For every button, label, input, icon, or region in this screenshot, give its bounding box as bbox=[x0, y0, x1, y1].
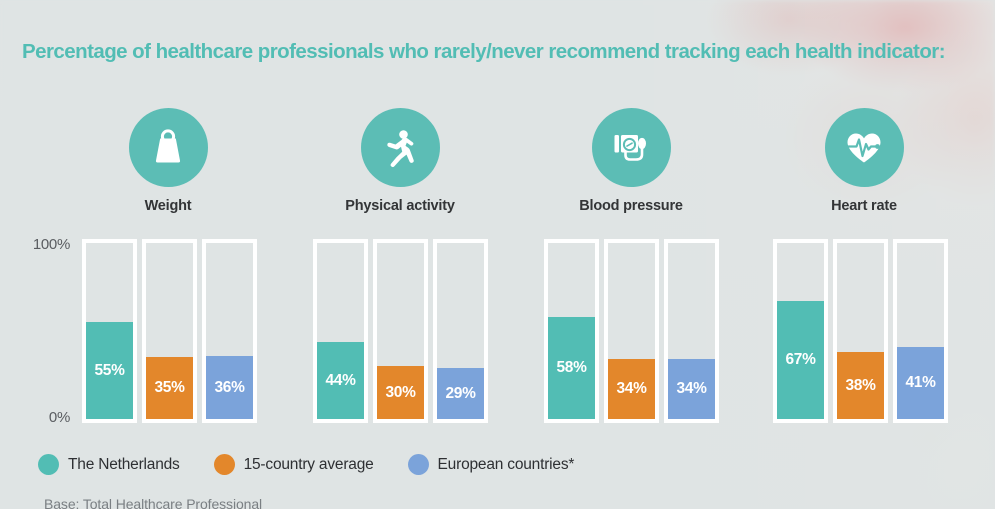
bar-value-label: 29% bbox=[445, 384, 476, 402]
bar-value-label: 34% bbox=[616, 380, 647, 398]
legend-color-swatch bbox=[407, 454, 429, 475]
category-label: Weight bbox=[144, 198, 192, 214]
y-axis: 100% 0% bbox=[8, 0, 70, 509]
bar-track: 30% bbox=[373, 239, 428, 423]
bar-track: 58% bbox=[544, 239, 599, 423]
bar-track: 36% bbox=[202, 239, 257, 423]
bar-value-label: 36% bbox=[214, 378, 245, 396]
legend-item: The Netherlands bbox=[38, 454, 180, 475]
bar-group-blood-pressure: 58% 34% 34% bbox=[544, 239, 719, 423]
bar-fill: 67% bbox=[777, 301, 824, 419]
bar-track: 29% bbox=[433, 239, 488, 423]
bar-fill: 38% bbox=[837, 352, 884, 419]
bar-fill: 34% bbox=[668, 359, 715, 419]
legend-label: The Netherlands bbox=[68, 455, 180, 473]
page-title: Percentage of healthcare professionals w… bbox=[22, 40, 946, 63]
weight-icon bbox=[128, 108, 208, 187]
legend-label: European countries* bbox=[437, 455, 575, 473]
bar-track: 55% bbox=[82, 239, 137, 423]
bar-value-label: 34% bbox=[676, 380, 707, 398]
running-person-icon bbox=[360, 108, 440, 187]
category-weight: Weight bbox=[78, 108, 258, 214]
bar-fill: 55% bbox=[86, 322, 133, 419]
bar-group-physical-activity: 44% 30% 29% bbox=[313, 239, 488, 423]
bar-fill: 41% bbox=[897, 347, 944, 419]
bar-fill: 29% bbox=[437, 368, 484, 419]
axis-label-top: 100% bbox=[32, 236, 70, 253]
bar-track: 67% bbox=[773, 239, 828, 423]
bar-group-weight: 55% 35% 36% bbox=[82, 239, 257, 423]
bar-fill: 34% bbox=[608, 359, 655, 419]
bar-value-label: 38% bbox=[845, 376, 876, 394]
bar-track: 38% bbox=[833, 239, 888, 423]
bar-track: 41% bbox=[893, 239, 948, 423]
bar-fill: 44% bbox=[317, 342, 364, 419]
blood-pressure-monitor-icon bbox=[591, 108, 671, 187]
bar-fill: 58% bbox=[548, 317, 595, 419]
category-label: Physical activity bbox=[345, 198, 455, 214]
heart-pulse-icon bbox=[824, 108, 904, 187]
bar-group-heart-rate: 67% 38% 41% bbox=[773, 239, 948, 423]
category-label: Heart rate bbox=[831, 198, 897, 214]
bar-track: 44% bbox=[313, 239, 368, 423]
bar-fill: 36% bbox=[206, 356, 253, 419]
legend-label: 15-country average bbox=[243, 455, 374, 473]
bar-fill: 35% bbox=[146, 357, 193, 419]
legend: The Netherlands 15-country average Europea… bbox=[38, 454, 608, 475]
bar-value-label: 30% bbox=[385, 383, 416, 401]
legend-color-swatch bbox=[213, 454, 235, 475]
axis-label-bottom: 0% bbox=[48, 409, 70, 426]
category-physical-activity: Physical activity bbox=[310, 108, 490, 214]
bar-track: 34% bbox=[664, 239, 719, 423]
category-label: Blood pressure bbox=[579, 198, 683, 214]
slide-canvas: Percentage of healthcare professionals w… bbox=[0, 0, 995, 509]
category-blood-pressure: Blood pressure bbox=[541, 108, 721, 214]
legend-item: European countries* bbox=[407, 454, 575, 475]
footnote: Base: Total Healthcare Professional bbox=[44, 496, 263, 509]
bar-value-label: 55% bbox=[94, 361, 125, 379]
bar-value-label: 67% bbox=[785, 351, 816, 369]
category-heart-rate: Heart rate bbox=[774, 108, 954, 214]
legend-color-swatch bbox=[38, 454, 59, 475]
bar-value-label: 58% bbox=[556, 359, 587, 377]
bar-track: 34% bbox=[604, 239, 659, 423]
legend-item: 15-country average bbox=[213, 454, 374, 475]
bar-value-label: 35% bbox=[154, 379, 185, 397]
bar-track: 35% bbox=[142, 239, 197, 423]
bar-value-label: 44% bbox=[325, 371, 356, 389]
bar-fill: 30% bbox=[377, 366, 424, 419]
bar-value-label: 41% bbox=[905, 374, 936, 392]
